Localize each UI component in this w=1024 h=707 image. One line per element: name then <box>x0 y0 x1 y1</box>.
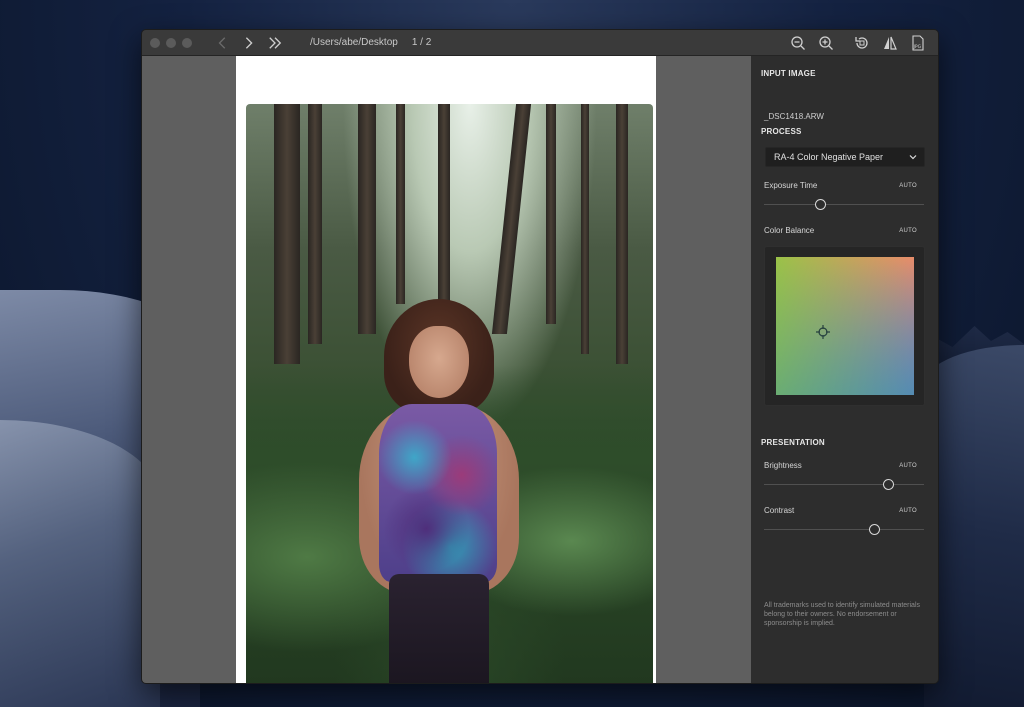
exposure-slider-knob[interactable] <box>814 199 826 210</box>
girl-legs <box>389 574 489 683</box>
rotate-button[interactable] <box>852 34 872 52</box>
inspector-sidebar: INPUT IMAGE _DSC1418.ARW PROCESS RA-4 Co… <box>751 56 938 683</box>
exposure-auto-button[interactable]: AUTO <box>899 183 917 189</box>
contrast-label: Contrast <box>764 506 795 515</box>
tree-trunk <box>438 104 450 314</box>
wallpaper-dune-left-front <box>0 420 160 707</box>
tree-trunk <box>491 104 532 334</box>
exposure-time-slider[interactable] <box>764 199 924 210</box>
rotate-icon <box>855 36 868 49</box>
zoom-in-icon <box>819 35 833 50</box>
contrast-slider[interactable] <box>764 524 924 535</box>
print-paper <box>236 56 656 683</box>
toolbar: /Users/abe/Desktop 1 / 2 JPG <box>142 30 938 56</box>
contrast-slider-knob[interactable] <box>868 524 880 535</box>
zoom-in-button[interactable] <box>816 34 836 52</box>
tree-trunk <box>616 104 628 364</box>
wallpaper-dune-right <box>924 345 1024 707</box>
color-balance-picker[interactable] <box>776 257 914 395</box>
color-balance-label: Color Balance <box>764 226 815 235</box>
color-balance-panel <box>764 246 925 406</box>
minimize-window-button[interactable] <box>166 37 176 48</box>
skip-forward-button[interactable] <box>264 34 286 52</box>
brightness-slider-knob[interactable] <box>883 479 895 490</box>
tree-trunk <box>358 104 376 334</box>
presentation-heading: PRESENTATION <box>761 438 825 447</box>
forward-button[interactable] <box>238 34 260 52</box>
process-heading: PROCESS <box>761 127 802 136</box>
back-button[interactable] <box>212 34 234 52</box>
tree-trunk <box>546 104 556 324</box>
chevron-left-icon <box>218 36 226 49</box>
preview-photo <box>246 104 653 683</box>
brightness-auto-button[interactable]: AUTO <box>899 463 917 469</box>
zoom-out-button[interactable] <box>788 34 808 52</box>
chevron-down-icon <box>909 155 917 160</box>
paper-type-value: RA-4 Color Negative Paper <box>774 152 884 162</box>
girl-tie-dye-top <box>379 404 497 582</box>
zoom-out-icon <box>791 35 805 50</box>
paper-type-dropdown[interactable]: RA-4 Color Negative Paper <box>765 147 925 167</box>
page-indicator: 1 / 2 <box>411 37 432 48</box>
flip-icon <box>884 36 897 50</box>
tree-trunk <box>274 104 300 364</box>
trademark-disclaimer: All trademarks used to identify simulate… <box>764 602 921 628</box>
double-chevron-right-icon <box>269 36 282 49</box>
export-jpg-button[interactable]: JPG <box>908 34 928 52</box>
input-filename: _DSC1418.ARW <box>764 112 824 121</box>
exposure-time-label: Exposure Time <box>764 181 818 190</box>
girl-face <box>409 326 469 398</box>
tree-trunk <box>308 104 322 344</box>
flip-button[interactable] <box>880 34 900 52</box>
close-window-button[interactable] <box>150 37 160 48</box>
app-window: /Users/abe/Desktop 1 / 2 JPG INPUT IMAGE… <box>141 29 939 684</box>
preview-canvas[interactable] <box>142 56 751 683</box>
brightness-label: Brightness <box>764 461 802 470</box>
window-controls <box>150 37 192 48</box>
chevron-right-icon <box>245 36 253 49</box>
zoom-window-button[interactable] <box>182 37 192 48</box>
file-path: /Users/abe/Desktop <box>310 37 398 48</box>
brightness-slider[interactable] <box>764 479 924 490</box>
input-image-heading: INPUT IMAGE <box>761 69 816 78</box>
contrast-auto-button[interactable]: AUTO <box>899 508 917 514</box>
tree-trunk <box>581 104 589 354</box>
color-balance-auto-button[interactable]: AUTO <box>899 228 917 234</box>
svg-text:JPG: JPG <box>913 44 922 50</box>
crosshair-icon[interactable] <box>815 324 830 339</box>
toolbar-actions: JPG <box>788 34 928 52</box>
tree-trunk <box>396 104 405 304</box>
jpg-export-icon: JPG <box>912 34 924 51</box>
